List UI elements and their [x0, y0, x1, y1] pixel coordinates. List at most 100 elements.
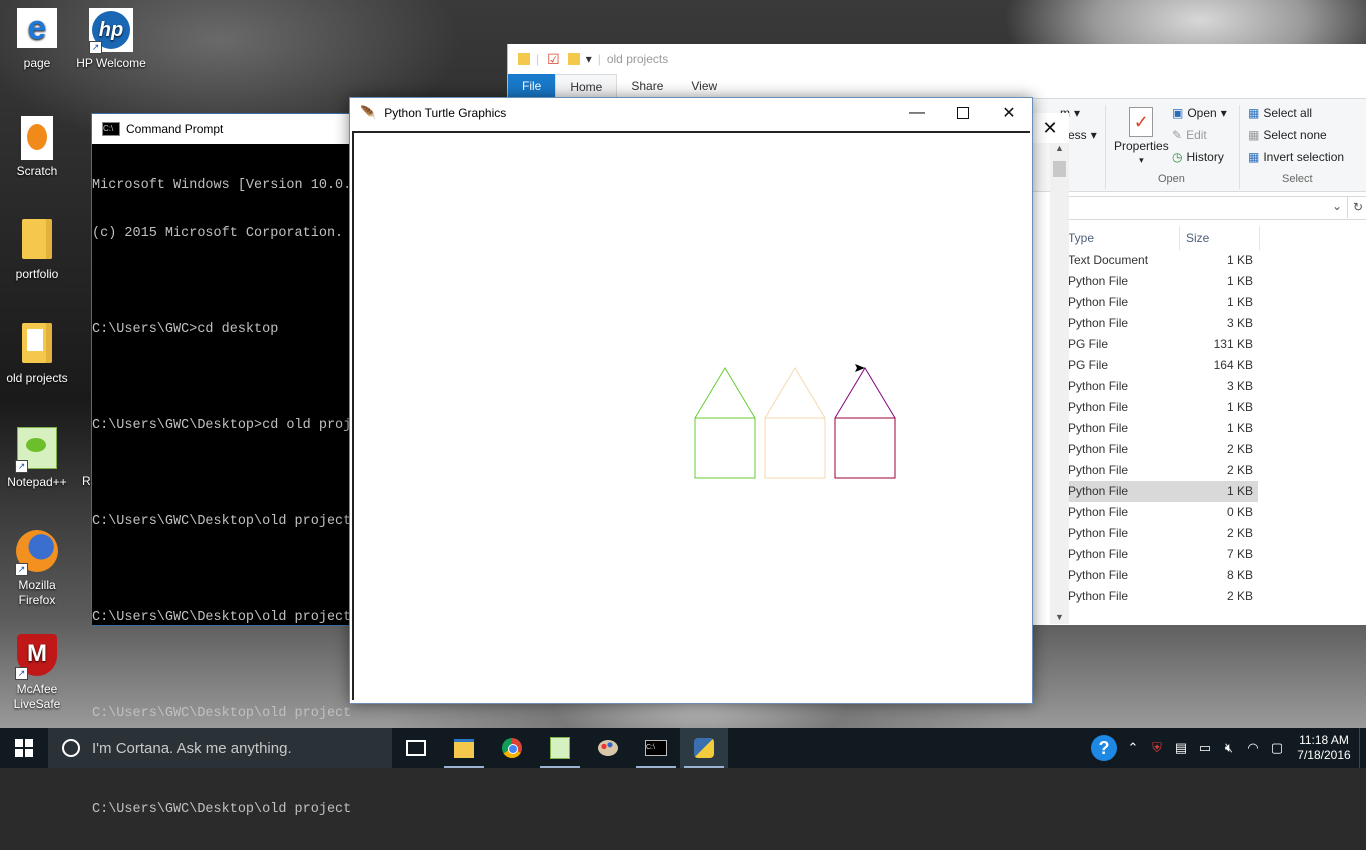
file-row[interactable]: Python File 1 KB: [1068, 271, 1258, 292]
turtle-graphics-window[interactable]: 🪶 Python Turtle Graphics — ✕: [349, 97, 1033, 704]
history-button[interactable]: ◷ History: [1172, 150, 1224, 164]
desktop-icon-portfolio[interactable]: portfolio: [1, 219, 73, 282]
folder-icon[interactable]: [518, 53, 530, 65]
file-row[interactable]: PG File 131 KB: [1068, 334, 1258, 355]
desktop-icon-notepadpp[interactable]: ↗ Notepad++: [1, 427, 73, 490]
window-title: old projects: [606, 52, 669, 66]
file-row[interactable]: Python File 3 KB: [1068, 376, 1258, 397]
shortcut-arrow-icon: ↗: [89, 41, 102, 54]
taskbar-python[interactable]: [680, 728, 728, 768]
file-type: Python File: [1068, 484, 1129, 498]
file-size: 8 KB: [1226, 568, 1253, 582]
file-size: 3 KB: [1226, 379, 1253, 393]
properties-icon: ✓: [1129, 107, 1154, 137]
action-center-icon[interactable]: ▢: [1265, 740, 1289, 756]
file-row[interactable]: Text Document 1 KB: [1068, 250, 1258, 271]
cmd-line: [92, 274, 392, 290]
file-row[interactable]: Python File 3 KB: [1068, 313, 1258, 334]
close-button[interactable]: ✕: [986, 98, 1032, 128]
scroll-down-icon[interactable]: ▼: [1050, 612, 1069, 622]
chevron-up-icon[interactable]: ⌃: [1121, 740, 1145, 756]
taskbar-paint[interactable]: [584, 728, 632, 768]
qat-dropdown-icon[interactable]: ▾: [586, 52, 592, 66]
select-none-button[interactable]: ▦ Select none: [1248, 128, 1327, 142]
turtle-titlebar[interactable]: 🪶 Python Turtle Graphics — ✕: [350, 98, 1032, 128]
file-row[interactable]: Python File 2 KB: [1068, 586, 1258, 607]
volume-muted-icon[interactable]: 🔇︎: [1217, 740, 1241, 756]
taskbar-cmd[interactable]: C:\: [632, 728, 680, 768]
maximize-button[interactable]: [940, 98, 986, 128]
properties-button[interactable]: ✓ Properties ▾: [1114, 107, 1169, 166]
refresh-icon[interactable]: ↻: [1347, 196, 1366, 218]
search-box[interactable]: ⌄ ↻: [1068, 196, 1366, 220]
chrome-icon: [502, 738, 522, 758]
desktop-icon-scratch[interactable]: Scratch: [1, 116, 73, 179]
turtle-canvas[interactable]: [352, 131, 1030, 700]
desktop-icon-hp-welcome[interactable]: hp ↗ HP Welcome: [75, 8, 147, 71]
file-size: 2 KB: [1226, 442, 1253, 456]
cmd-line: (c) 2015 Microsoft Corporation.: [92, 226, 344, 241]
taskbar-file-explorer[interactable]: [440, 728, 488, 768]
taskbar-notepadpp[interactable]: [536, 728, 584, 768]
desktop-icon-label: HP Welcome: [76, 56, 146, 70]
scratch-icon: [15, 116, 59, 160]
file-type: Python File: [1068, 421, 1129, 435]
network-adapter-icon[interactable]: ▤: [1169, 740, 1193, 756]
invert-selection-button[interactable]: ▦ Invert selection: [1248, 150, 1344, 164]
desktop-icon-old-projects[interactable]: old projects: [1, 323, 73, 386]
chevron-down-icon[interactable]: ⌄: [1332, 199, 1342, 213]
open-button[interactable]: ▣ Open ▾: [1172, 106, 1227, 120]
mcafee-tray-icon[interactable]: ⛨: [1145, 740, 1169, 756]
tab-share[interactable]: Share: [617, 74, 677, 98]
select-all-button[interactable]: ▦ Select all: [1248, 106, 1312, 120]
cmd-line: [92, 370, 392, 386]
scrollbar-thumb[interactable]: [1053, 161, 1066, 177]
column-header-size[interactable]: Size: [1186, 231, 1209, 245]
file-row[interactable]: Python File 2 KB: [1068, 439, 1258, 460]
new-folder-icon[interactable]: [567, 53, 580, 65]
clock[interactable]: 11:18 AM 7/18/2016: [1289, 733, 1359, 763]
desktop-icon-firefox[interactable]: ↗ Mozilla Firefox: [1, 530, 73, 608]
maximize-icon: [957, 107, 969, 119]
column-header-type[interactable]: Type: [1068, 231, 1094, 245]
file-row[interactable]: Python File 7 KB: [1068, 544, 1258, 565]
ribbon-partial-item[interactable]: ess ▾: [1068, 128, 1097, 142]
tab-file[interactable]: File: [508, 74, 556, 98]
file-row[interactable]: Python File 1 KB: [1068, 481, 1258, 502]
taskbar-chrome[interactable]: [488, 728, 536, 768]
desktop-icon-mcafee[interactable]: M ↗ McAfee LiveSafe: [1, 634, 73, 712]
task-view-button[interactable]: [392, 728, 440, 768]
file-row[interactable]: Python File 2 KB: [1068, 523, 1258, 544]
edge-icon: e: [15, 8, 59, 52]
file-row[interactable]: Python File 2 KB: [1068, 460, 1258, 481]
scrollbar[interactable]: ▲ ▼: [1050, 143, 1069, 624]
start-button[interactable]: [0, 728, 48, 768]
desktop-icon-page[interactable]: e page: [1, 8, 73, 71]
tab-view[interactable]: View: [677, 74, 731, 98]
wifi-icon[interactable]: ◠: [1241, 740, 1265, 756]
cmd-line: C:\Users\GWC\Desktop\old project: [92, 706, 352, 721]
close-button[interactable]: ✕: [1031, 113, 1069, 143]
clock-time: 11:18 AM: [1299, 733, 1349, 747]
file-row[interactable]: Python File 1 KB: [1068, 418, 1258, 439]
file-row[interactable]: PG File 164 KB: [1068, 355, 1258, 376]
cmd-titlebar[interactable]: C:\ Command Prompt: [92, 114, 392, 144]
edit-button[interactable]: ✎ Edit: [1172, 128, 1207, 142]
edit-icon: ✎: [1172, 128, 1183, 142]
command-prompt-window[interactable]: C:\ Command Prompt Microsoft Windows [Ve…: [91, 113, 393, 817]
scroll-up-icon[interactable]: ▲: [1050, 143, 1069, 157]
file-row[interactable]: Python File 0 KB: [1068, 502, 1258, 523]
show-desktop-button[interactable]: [1359, 728, 1366, 768]
house-body: [764, 417, 826, 479]
properties-check-icon[interactable]: ☑: [547, 51, 560, 68]
tab-home[interactable]: Home: [555, 74, 618, 98]
file-row[interactable]: Python File 1 KB: [1068, 292, 1258, 313]
taskbar: I'm Cortana. Ask me anything. C:\ ? ⌃ ⛨ …: [0, 728, 1366, 768]
file-row[interactable]: Python File 8 KB: [1068, 565, 1258, 586]
help-icon[interactable]: ?: [1087, 735, 1121, 761]
file-row[interactable]: Python File 1 KB: [1068, 397, 1258, 418]
battery-icon[interactable]: ▭: [1193, 740, 1217, 756]
minimize-button[interactable]: —: [894, 98, 940, 128]
cortana-search-box[interactable]: I'm Cortana. Ask me anything.: [48, 728, 392, 768]
file-size: 3 KB: [1226, 316, 1253, 330]
